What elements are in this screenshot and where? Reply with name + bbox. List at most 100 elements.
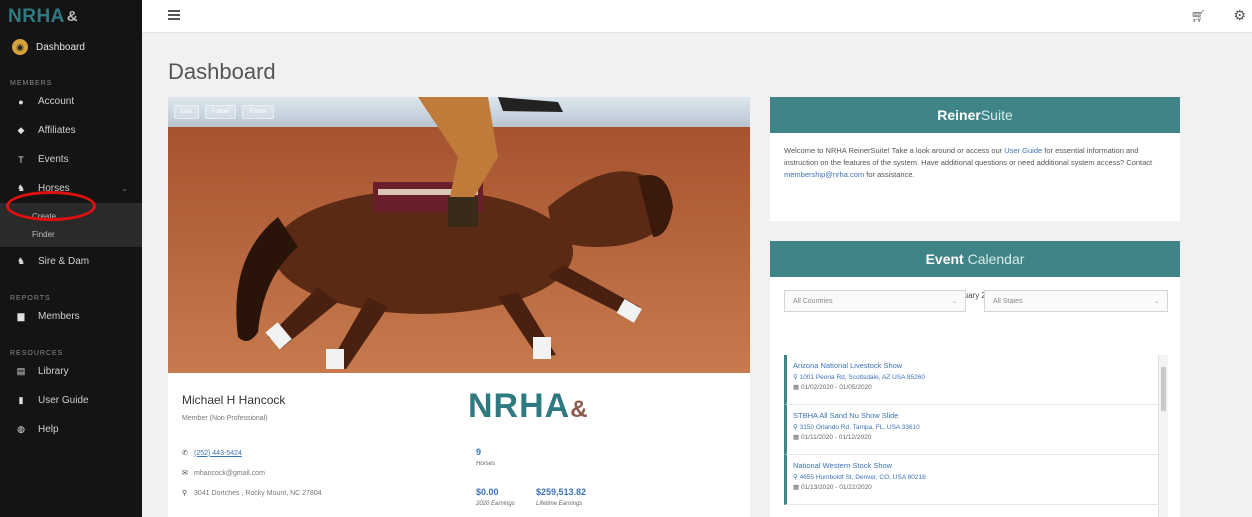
nrha-profile-logo: NRHA& xyxy=(468,387,589,426)
welcome-text: Welcome to NRHA ReinerSuite! Take a look… xyxy=(784,146,1005,155)
user-guide-link[interactable]: User Guide xyxy=(1004,146,1042,155)
sidebar-item-dashboard[interactable]: ◉ Dashboard xyxy=(0,33,142,61)
list-item[interactable]: STBHA All Sand Nu Show Slide ⚲ 3150 Orla… xyxy=(784,405,1168,455)
chevron-down-icon: ⌄ xyxy=(951,298,957,305)
sidebar-item-label: Members xyxy=(38,311,80,322)
reinersuite-card: Reiner Suite Welcome to NRHA ReinerSuite!… xyxy=(770,97,1180,221)
sidebar-item-label: Events xyxy=(38,154,69,165)
sidebar-item-label: Sire & Dam xyxy=(38,256,90,267)
member-status: Member (Non Professional) xyxy=(182,415,268,422)
event-dates: ▦ 01/02/2020 - 01/05/2020 xyxy=(793,384,872,391)
user-icon: ● xyxy=(18,96,24,107)
event-location: ⚲ 3150 Orlando Rd, Tampa, FL, USA 33610 xyxy=(793,424,920,431)
social-buttons: Like Follow Follow xyxy=(174,105,274,119)
hero-horse-image: Like Follow Follow xyxy=(168,97,750,373)
sidebar-item-members[interactable]: ▆ Members xyxy=(0,302,142,331)
sidebar-item-library[interactable]: ▤ Library xyxy=(0,357,142,386)
nrha-logo[interactable]: NRHA & xyxy=(0,0,142,33)
card-title-bold: Event xyxy=(925,251,964,267)
event-location: ⚲ 4655 Humboldt St, Denver, CO, USA 8021… xyxy=(793,474,926,481)
card-title-bold: Reiner xyxy=(937,107,981,123)
reinersuite-header: Reiner Suite xyxy=(770,97,1180,133)
sidebar-item-label: Dashboard xyxy=(36,41,85,53)
cart-icon[interactable]: 🛒︎ xyxy=(1191,9,1206,23)
event-dates: ▦ 01/13/2020 - 01/22/2020 xyxy=(793,484,872,491)
country-select[interactable]: All Countries ⌄ xyxy=(784,290,966,312)
main-content: Dashboard Like Follow Follow Michael H H… xyxy=(142,33,1252,517)
sidebar-item-account[interactable]: ● Account xyxy=(0,87,142,116)
horse-photo-illustration xyxy=(168,97,750,373)
section-label-resources: RESOURCES xyxy=(10,350,64,357)
phone-icon: ✆ xyxy=(182,450,188,457)
phone-link[interactable]: (252) 443-5424 xyxy=(194,450,242,457)
horses-count[interactable]: 9 xyxy=(476,447,481,457)
event-list-scrollbar[interactable] xyxy=(1158,355,1168,517)
card-title-light: Suite xyxy=(980,107,1013,123)
library-icon: ▤ xyxy=(16,366,26,376)
event-location: ⚲ 1001 Peoria Rd, Scottsdale, AZ USA 852… xyxy=(793,374,925,381)
logo-text: NRHA xyxy=(8,5,65,27)
member-name: Michael H Hancock xyxy=(182,393,286,407)
highlight-circle xyxy=(6,191,96,221)
follow-instagram-button[interactable]: Follow xyxy=(242,105,274,119)
email-row: ✉ mhancock@gmail.com xyxy=(182,469,265,478)
follow-twitter-button[interactable]: Follow xyxy=(205,105,237,119)
event-title[interactable]: National Western Stock Show xyxy=(793,461,1162,470)
dashboard-icon: ◉ xyxy=(12,39,28,55)
address-text: 3041 Dortches , Rocky Mount, NC 27804 xyxy=(194,489,322,497)
nrha-logo-text: NRHA xyxy=(468,387,571,425)
horses-label: Horses xyxy=(476,461,496,467)
event-dates-text: 01/13/2020 - 01/22/2020 xyxy=(800,484,872,491)
section-label-members: MEMBERS xyxy=(10,80,53,87)
list-item[interactable]: Arizona National Livestock Show ⚲ 1001 P… xyxy=(784,355,1168,405)
email-text: mhancock@gmail.com xyxy=(194,469,265,477)
event-dates-text: 01/02/2020 - 01/05/2020 xyxy=(800,384,872,391)
lifetime-earnings[interactable]: $259,513.82 xyxy=(536,487,586,497)
membership-email-link[interactable]: membership@nrha.com xyxy=(784,170,864,179)
sidebar-item-affiliates[interactable]: ◆ Affiliates xyxy=(0,116,142,145)
state-select[interactable]: All States ⌄ xyxy=(984,290,1168,312)
sidebar-item-events[interactable]: T Events xyxy=(0,145,142,174)
reiner-logo-icon: & xyxy=(570,396,589,423)
like-button[interactable]: Like xyxy=(174,105,200,119)
sidebar-item-user-guide[interactable]: ▮ User Guide xyxy=(0,386,142,415)
sidebar-item-help[interactable]: ◍ Help xyxy=(0,415,142,444)
sidebar-item-sire-dam[interactable]: ♞ Sire & Dam xyxy=(0,247,142,276)
calendar-filters: All Countries ⌄ All States ⌄ xyxy=(784,290,1168,312)
envelope-icon: ✉ xyxy=(182,470,188,477)
profile-card: Michael H Hancock Member (Non Profession… xyxy=(168,373,750,517)
phone-row: ✆ (252) 443-5424 xyxy=(182,449,242,458)
app-window: NRHA & ◉ Dashboard MEMBERS ● Account ◆ A… xyxy=(0,0,1252,517)
event-location-text: 3150 Orlando Rd, Tampa, FL, USA 33610 xyxy=(799,424,920,431)
event-title[interactable]: STBHA All Sand Nu Show Slide xyxy=(793,411,1162,420)
welcome-text-end: for assistance. xyxy=(864,170,915,179)
event-location-text: 4655 Humboldt St, Denver, CO, USA 80216 xyxy=(799,474,926,481)
event-title[interactable]: Arizona National Livestock Show xyxy=(793,361,1162,370)
event-dates: ▦ 01/11/2020 - 01/12/2020 xyxy=(793,434,872,441)
chevron-down-icon: ⌄ xyxy=(1153,298,1159,305)
scrollbar-thumb[interactable] xyxy=(1161,367,1166,411)
reiner-logo-icon: & xyxy=(66,8,79,25)
menu-icon[interactable] xyxy=(168,10,180,20)
list-item[interactable]: National Western Stock Show ⚲ 4655 Humbo… xyxy=(784,455,1168,505)
sidebar-item-label: Account xyxy=(38,96,75,107)
sidebar-item-label: User Guide xyxy=(38,395,89,406)
sidebar: NRHA & ◉ Dashboard MEMBERS ● Account ◆ A… xyxy=(0,0,142,517)
event-list: Arizona National Livestock Show ⚲ 1001 P… xyxy=(784,355,1168,517)
sidebar-subitem-finder[interactable]: Finder xyxy=(0,225,142,243)
chart-icon: ▆ xyxy=(17,311,25,321)
event-calendar-header: Event Calendar xyxy=(770,241,1180,277)
gear-icon[interactable]: ⚙ xyxy=(1233,7,1246,24)
earnings-2020[interactable]: $0.00 xyxy=(476,487,499,497)
help-icon: ◍ xyxy=(17,424,25,434)
address-row: ⚲ 3041 Dortches , Rocky Mount, NC 27804 xyxy=(182,489,322,498)
card-title-light: Calendar xyxy=(967,251,1025,267)
sidebar-item-label: Library xyxy=(38,366,69,377)
book-icon: ▮ xyxy=(18,395,24,405)
earnings-2020-label: 2020 Earnings xyxy=(476,501,515,507)
trophy-icon: T xyxy=(18,154,24,165)
topbar: 🛒︎ ⚙ xyxy=(142,0,1252,33)
map-pin-icon: ⚲ xyxy=(182,490,188,497)
lifetime-earnings-label: Lifetime Earnings xyxy=(536,501,583,507)
country-select-value: All Countries xyxy=(793,297,833,305)
